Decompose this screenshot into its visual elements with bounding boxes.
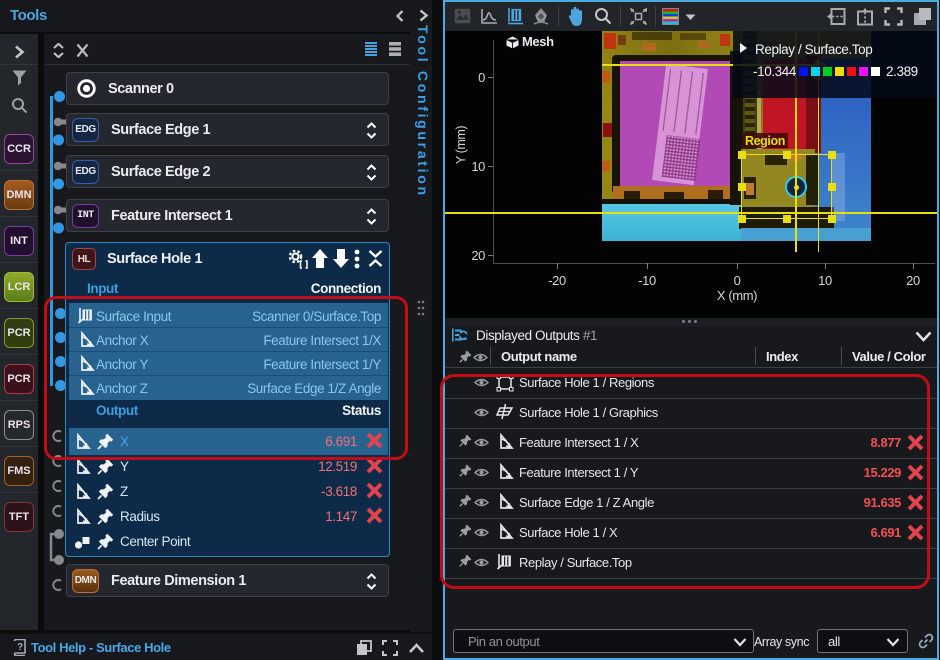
svg-text:?: ? — [17, 642, 23, 653]
